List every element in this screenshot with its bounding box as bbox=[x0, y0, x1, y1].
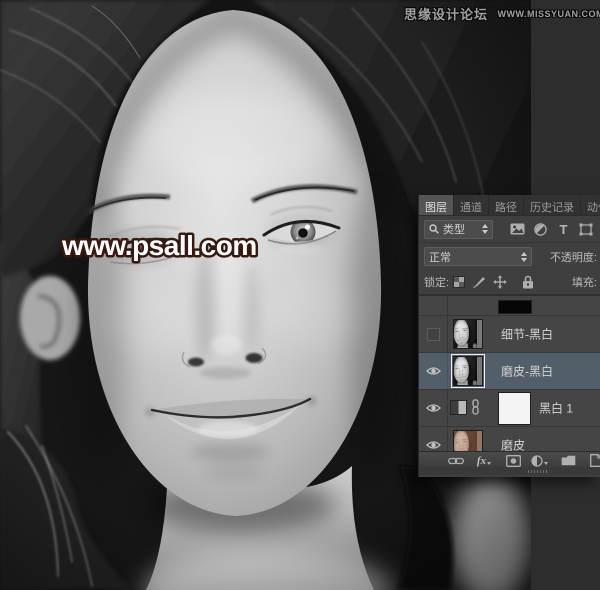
panel-bottom-bar: fx bbox=[419, 451, 600, 468]
lock-transparency-icon[interactable] bbox=[453, 276, 466, 288]
panel-resize-grip[interactable] bbox=[419, 468, 600, 475]
tab-layers[interactable]: 图层 bbox=[419, 195, 454, 215]
layer-row-selected[interactable]: 磨皮-黑白 bbox=[419, 353, 600, 390]
new-adjustment-layer-button[interactable] bbox=[530, 453, 548, 468]
adjustment-dropdown-arrow-icon bbox=[543, 462, 548, 465]
lock-pixels-brush-icon[interactable] bbox=[472, 275, 486, 289]
visibility-toggle[interactable] bbox=[419, 296, 448, 315]
filter-kind-select[interactable]: 类型 bbox=[424, 219, 493, 239]
layer-name[interactable]: 细节-黑白 bbox=[501, 326, 553, 343]
lock-all-icon[interactable] bbox=[522, 275, 534, 289]
mask-link-icon bbox=[472, 399, 479, 418]
layer-row-partial[interactable] bbox=[419, 296, 600, 316]
layer-name[interactable]: 黑白 1 bbox=[539, 400, 573, 417]
filter-kind-label: 类型 bbox=[443, 224, 465, 236]
eye-icon bbox=[425, 441, 441, 449]
lock-label: 锁定: bbox=[424, 277, 450, 289]
photoshop-workspace: www.psall.com 思缘设计论坛 WWW.MISSYUAN.COM 图层… bbox=[0, 0, 600, 590]
blend-mode-value: 正常 bbox=[429, 251, 451, 264]
black-white-adjustment-icon[interactable] bbox=[450, 400, 467, 415]
layer-thumbnail[interactable] bbox=[453, 319, 483, 349]
tab-paths[interactable]: 路径 bbox=[489, 195, 524, 215]
grip-dots-icon bbox=[528, 470, 549, 473]
layer-thumbnail-color[interactable] bbox=[453, 430, 483, 451]
eye-icon bbox=[425, 404, 441, 412]
add-layer-mask-button[interactable] bbox=[504, 453, 522, 468]
layer-thumbnail[interactable] bbox=[451, 354, 485, 388]
panel-tab-bar: 图层 通道 路径 历史记录 动作 bbox=[419, 195, 600, 216]
lock-position-move-icon[interactable] bbox=[493, 275, 508, 289]
fx-dropdown-arrow-icon bbox=[487, 462, 492, 465]
lock-row: 锁定: 填充: bbox=[419, 270, 600, 295]
opacity-label: 不透明度: bbox=[549, 251, 597, 264]
layer-list: 细节-黑白 磨皮-黑白 黑白 1 磨皮 bbox=[419, 295, 600, 451]
layer-filter-row: 类型 T bbox=[419, 216, 600, 243]
visibility-toggle[interactable] bbox=[419, 316, 448, 352]
tab-channels[interactable]: 通道 bbox=[454, 195, 489, 215]
blend-mode-row: 正常 不透明度: bbox=[419, 243, 600, 270]
black-mask-thumbnail[interactable] bbox=[498, 300, 532, 314]
blend-mode-spinner-icon bbox=[516, 251, 527, 262]
eye-icon bbox=[425, 367, 441, 375]
layers-panel: 图层 通道 路径 历史记录 动作 类型 T bbox=[418, 195, 600, 477]
layer-name[interactable]: 磨皮-黑白 bbox=[501, 363, 553, 380]
layer-row[interactable]: 黑白 1 bbox=[419, 390, 600, 427]
layer-row[interactable]: 细节-黑白 bbox=[419, 316, 600, 353]
layer-name[interactable]: 磨皮 bbox=[501, 437, 525, 452]
forum-banner-cn: 思缘设计论坛 bbox=[404, 7, 489, 22]
visibility-toggle[interactable] bbox=[419, 353, 448, 389]
tab-history[interactable]: 历史记录 bbox=[524, 195, 581, 215]
layer-row-partial-bottom[interactable]: 磨皮 bbox=[419, 427, 600, 451]
fill-label: 填充: bbox=[571, 277, 597, 289]
filter-type-layers-icon[interactable]: T bbox=[555, 220, 572, 238]
filter-kind-spinner-icon bbox=[477, 224, 488, 234]
filter-shape-layers-icon[interactable] bbox=[578, 220, 595, 238]
layer-style-fx-button[interactable]: fx bbox=[475, 453, 493, 468]
layer-mask-thumbnail[interactable] bbox=[498, 392, 531, 425]
visibility-empty-well bbox=[426, 327, 440, 341]
tab-actions[interactable]: 动作 bbox=[581, 195, 600, 215]
search-icon bbox=[429, 224, 439, 234]
forum-banner-watermark: 思缘设计论坛 WWW.MISSYUAN.COM bbox=[404, 4, 600, 23]
visibility-toggle[interactable] bbox=[419, 390, 448, 426]
link-layers-icon[interactable] bbox=[447, 453, 465, 468]
visibility-toggle[interactable] bbox=[419, 427, 448, 451]
new-layer-button[interactable] bbox=[587, 453, 600, 468]
filter-pixel-layers-icon[interactable] bbox=[509, 220, 526, 238]
forum-banner-url: WWW.MISSYUAN.COM bbox=[497, 8, 600, 19]
blend-mode-select[interactable]: 正常 bbox=[424, 247, 532, 266]
new-group-folder-button[interactable] bbox=[559, 453, 577, 468]
fx-label: fx bbox=[476, 454, 487, 467]
filter-adjustment-layers-icon[interactable] bbox=[532, 220, 549, 238]
